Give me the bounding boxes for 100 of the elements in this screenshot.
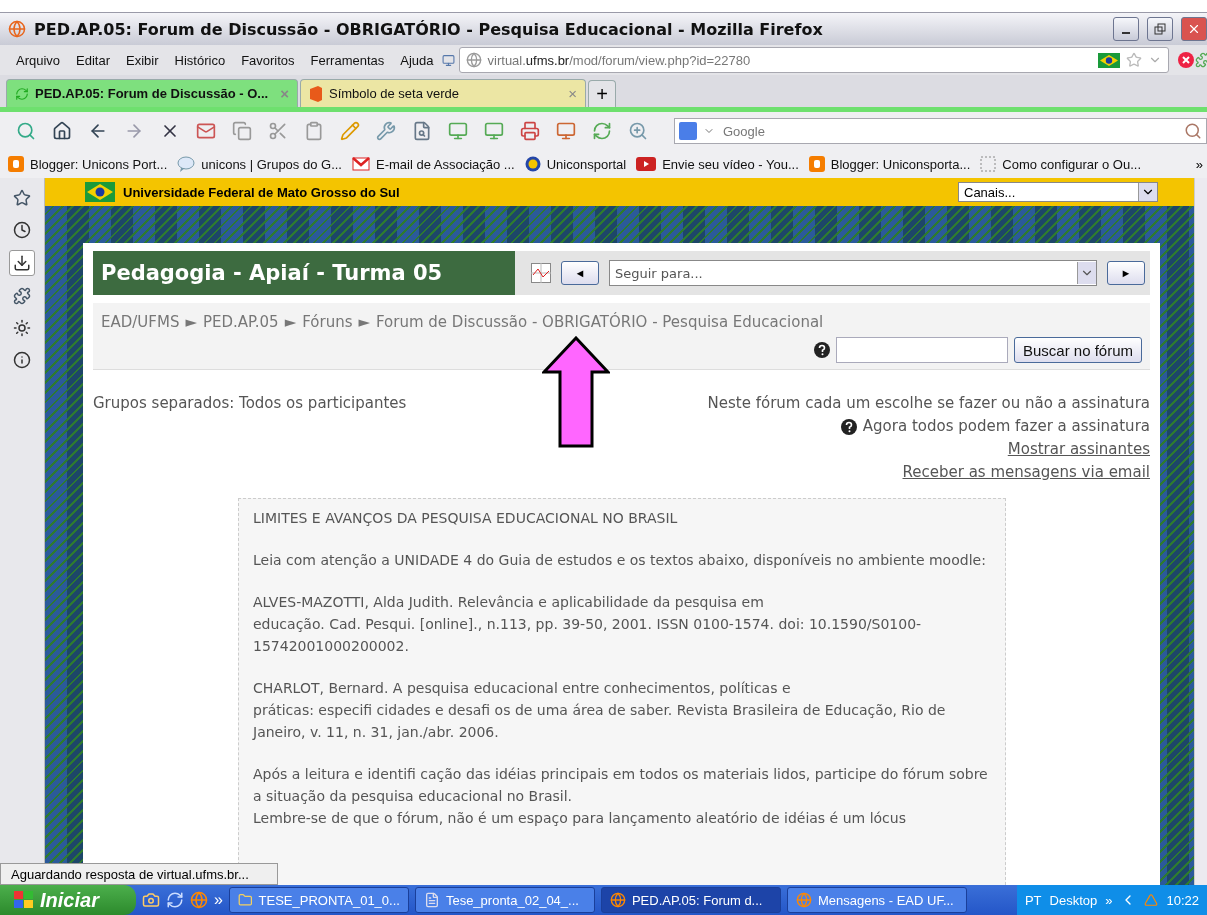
tab-label: Símbolo de seta verde	[329, 86, 461, 101]
intro-paragraph: LIMITES E AVANÇOS DA PESQUISA EDUCACIONAL NO BRASIL	[253, 509, 679, 528]
search-icon[interactable]	[1184, 122, 1202, 140]
browser-logo-icon	[8, 20, 26, 38]
address-bar[interactable]: virtual.ufms.br/mod/forum/view.php?id=22780	[458, 47, 1169, 73]
printer-icon[interactable]	[520, 121, 540, 141]
help-icon[interactable]	[813, 342, 830, 358]
loading-icon	[15, 86, 29, 101]
breadcrumb-link[interactable]: Forum de Discussão - OBRIGATÓRIO - Pesquisa Educacional	[376, 313, 824, 331]
clipboard-icon[interactable]	[304, 121, 324, 141]
info-icon[interactable]	[13, 351, 31, 369]
chart-icon[interactable]	[531, 263, 551, 283]
intro-paragraph: ALVES-MAZOTTI, Alda Judith. Relevância e aplicabilidade da pesquisa em educação. Cad. Pesqui. [online]., n.113, pp. 39-50, 2001. ISSN 0100-1574. doi: 10.1590/S0100-15742001000200002.	[253, 593, 923, 656]
taskbar-button[interactable]: TESE_PRONTA_01_0...	[228, 887, 409, 913]
bookmark-link[interactable]: Blogger: Uniconsporta...	[830, 156, 971, 172]
subscription-mode-text: Neste fórum cada um escolhe se fazer ou não a assinatura	[707, 393, 1150, 414]
monitor-icon[interactable]	[484, 121, 504, 141]
search-field[interactable]: Google	[721, 122, 1178, 140]
envelope-icon	[351, 157, 370, 171]
bookmark-link[interactable]: Uniconsportal	[546, 156, 627, 172]
mail-icon[interactable]	[196, 121, 216, 141]
subscription-link[interactable]: Receber as mensagens via email	[902, 461, 1150, 484]
clock: 10:22	[1166, 892, 1199, 908]
separator-arrow: ►	[284, 313, 297, 331]
bookmark-link[interactable]: Blogger: Unicons Port...	[30, 156, 168, 172]
burst-icon[interactable]	[13, 319, 31, 337]
help-icon[interactable]	[840, 418, 857, 435]
previous-button[interactable]: ◄	[561, 261, 599, 285]
subscription-link[interactable]: Mostrar assinantes	[1007, 438, 1150, 461]
pencil-icon[interactable]	[340, 121, 360, 141]
search-forum-button[interactable]: Buscar no fórum	[1013, 337, 1142, 363]
menu-item[interactable]: Exibir	[118, 52, 167, 68]
taskbar-button[interactable]: Tese_pronta_02_04_...	[414, 887, 595, 913]
close-icon	[1187, 22, 1201, 36]
course-title: Pedagogia - Apiaí - Turma 05	[93, 251, 515, 295]
menu-item[interactable]: Ajuda	[392, 52, 442, 68]
breadcrumb-link[interactable]: Fóruns	[302, 313, 353, 331]
download-icon[interactable]	[13, 254, 31, 272]
puzzle-icon[interactable]	[13, 287, 31, 305]
scrollbar[interactable]	[1194, 178, 1207, 885]
star-icon[interactable]	[13, 189, 31, 207]
browser-tab[interactable]: PED.AP.05: Forum de Discussão - O... ×	[6, 79, 298, 107]
taskbar-button[interactable]: PED.AP.05: Forum d...	[600, 887, 781, 913]
url-text: virtual.ufms.br/mod/forum/view.php?id=22780	[487, 52, 752, 68]
menu-item[interactable]: Ferramentas	[302, 52, 393, 68]
windows-logo-icon	[14, 891, 34, 909]
bookmark-link[interactable]: unicons | Grupos do G...	[201, 156, 342, 172]
chat-bubble-icon	[177, 156, 196, 172]
subscription-status-text: Agora todos podem fazer a assinatura	[862, 416, 1150, 437]
new-tab-button[interactable]: +	[588, 80, 616, 107]
refresh-icon[interactable]	[166, 891, 184, 909]
more-bookmarks-button[interactable]: »	[1195, 156, 1207, 172]
minimize-button[interactable]	[1113, 17, 1139, 41]
menu-item[interactable]: Editar	[68, 52, 119, 68]
browser-icon[interactable]	[190, 891, 208, 909]
channels-select[interactable]: Canais...	[958, 182, 1158, 202]
refresh-icon[interactable]	[592, 121, 612, 141]
site-title: Universidade Federal de Mato Grosso do Sul	[123, 184, 401, 200]
menu-item[interactable]: Histórico	[166, 52, 234, 68]
monitor-icon[interactable]	[556, 121, 576, 141]
bookmark-link[interactable]: Como configurar o Ou...	[1002, 156, 1141, 172]
document-icon	[423, 892, 440, 908]
next-button[interactable]: ►	[1107, 261, 1145, 285]
clock-icon[interactable]	[13, 221, 31, 239]
jump-select[interactable]: Seguir para...	[609, 260, 1097, 286]
folder-icon	[237, 892, 253, 908]
restore-button[interactable]	[1147, 17, 1173, 41]
start-button[interactable]: Iniciar	[0, 885, 136, 915]
tab-label: PED.AP.05: Forum de Discussão - O...	[35, 86, 270, 101]
menu-item[interactable]: Favoritos	[233, 52, 303, 68]
menu-item[interactable]: Arquivo	[8, 52, 69, 68]
forum-search-field[interactable]	[835, 337, 1008, 363]
wrench-icon[interactable]	[376, 121, 396, 141]
home-icon[interactable]	[52, 121, 72, 141]
browser-icon	[609, 892, 626, 908]
flag-icon	[85, 182, 115, 202]
monitor-icon[interactable]	[448, 121, 468, 141]
groups-text: Grupos separados: Todos os participantes	[93, 393, 407, 414]
search-icon[interactable]	[16, 121, 36, 141]
star-icon[interactable]	[1126, 52, 1142, 68]
more-button[interactable]: »	[214, 891, 223, 909]
taskbar-button[interactable]: Mensagens - EAD UF...	[786, 887, 967, 913]
copy-icon[interactable]	[232, 121, 252, 141]
browser-tab[interactable]: Símbolo de seta verde ×	[300, 79, 586, 107]
window-title: PED.AP.05: Forum de Discussão - OBRIGATÓRIO - Pesquisa Educacional - Mozilla Firefox	[34, 19, 824, 39]
separator-arrow: ►	[185, 313, 197, 331]
bookmark-link[interactable]: Envie seu vídeo - You...	[662, 156, 799, 172]
monitor-icon[interactable]	[441, 53, 455, 67]
intro-paragraph: Leia com atenção a UNIDADE 4 do Guia de estudos e os textos abaixo, disponíveis no ambiente moodle:	[253, 551, 987, 570]
browser-icon	[795, 892, 812, 908]
bookmark-link[interactable]: E-mail de Associação ...	[375, 156, 515, 172]
close-button[interactable]	[1181, 17, 1207, 41]
scissors-icon[interactable]	[268, 121, 288, 141]
breadcrumb-link[interactable]: EAD/UFMS	[101, 313, 180, 331]
zoom-icon[interactable]	[628, 121, 648, 141]
search-box[interactable]: Google	[674, 118, 1207, 144]
separator-arrow: ►	[358, 313, 370, 331]
breadcrumb-link[interactable]: PED.AP.05	[202, 313, 279, 331]
file-search-icon[interactable]	[412, 121, 432, 141]
blank-page-icon	[980, 156, 997, 172]
